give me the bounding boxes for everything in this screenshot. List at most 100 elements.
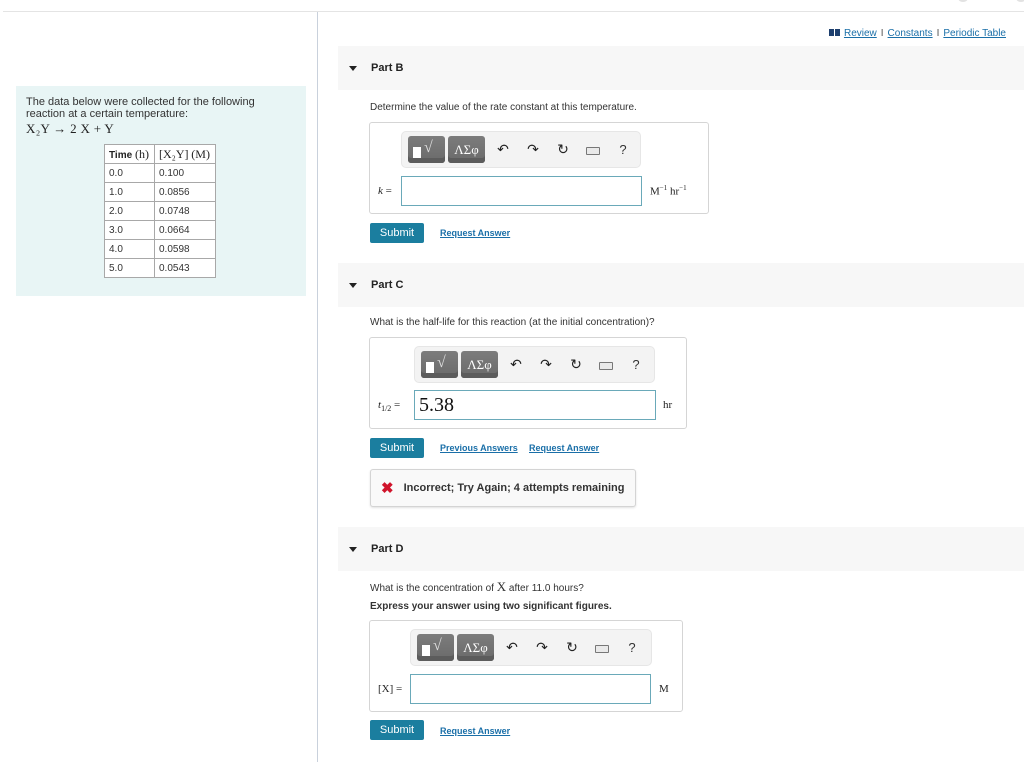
part-c-submit-button[interactable]: Submit <box>370 438 424 458</box>
variable-label: k = <box>378 185 392 197</box>
math-toolbar: √ ΛΣφ ↶ ↷ ↻ ? <box>414 346 655 383</box>
concentration-cell: 0.0598 <box>154 239 216 259</box>
help-button[interactable]: ? <box>608 142 638 157</box>
concentration-cell: 0.0856 <box>154 182 216 202</box>
part-d-question: What is the concentration of X after 11.… <box>370 579 584 594</box>
incorrect-x-icon: ✖ <box>381 479 394 497</box>
table-row: 5.0 0.0543 <box>104 258 216 278</box>
periodic-table-link[interactable]: Periodic Table <box>943 28 1006 39</box>
intro-text: The data below were collected for the fo… <box>26 96 255 120</box>
part-c-question: What is the half-life for this reaction … <box>370 317 655 328</box>
part-title: Part B <box>371 62 404 74</box>
concentration-cell: 0.0664 <box>154 220 216 240</box>
table-row: 0.0 0.100 <box>104 163 216 183</box>
reset-icon[interactable]: ↻ <box>557 639 587 656</box>
concentration-cell: 0.0543 <box>154 258 216 278</box>
resource-links: Review I Constants I Periodic Table <box>828 28 1006 39</box>
unit-label: hr <box>663 399 673 411</box>
part-title: Part C <box>371 279 404 291</box>
part-b-request-answer-link[interactable]: Request Answer <box>440 228 510 238</box>
table-header-row: Time (h) [X₂Y] (M) <box>104 144 216 164</box>
templates-button[interactable]: √ <box>408 136 445 163</box>
table-row: 2.0 0.0748 <box>104 201 216 221</box>
constants-link[interactable]: Constants <box>888 28 933 39</box>
keyboard-icon <box>599 361 613 370</box>
reaction-equation: X₂Y → 2 X + Y <box>26 121 115 136</box>
redo-icon[interactable]: ↷ <box>527 639 557 656</box>
redo-icon[interactable]: ↷ <box>518 141 548 158</box>
templates-button[interactable]: √ <box>417 634 454 661</box>
rate-constant-input[interactable] <box>401 176 642 206</box>
templates-icon <box>426 362 434 373</box>
pane-divider[interactable] <box>317 12 318 762</box>
help-button[interactable]: ? <box>621 357 651 372</box>
part-title: Part D <box>371 543 404 555</box>
undo-icon[interactable]: ↶ <box>497 639 527 656</box>
data-table: Time (h) [X₂Y] (M) 0.0 0.100 1.0 0.0856 2.… <box>104 144 216 278</box>
part-d-request-answer-link[interactable]: Request Answer <box>440 726 510 736</box>
collapse-caret-icon[interactable] <box>349 65 357 71</box>
time-cell: 0.0 <box>104 163 155 183</box>
part-d-answer-box: √ ΛΣφ ↶ ↷ ↻ ? [X] = M <box>369 620 683 712</box>
help-button[interactable]: ? <box>617 640 647 655</box>
redo-icon[interactable]: ↷ <box>531 356 561 373</box>
reset-icon[interactable]: ↻ <box>548 141 578 158</box>
variable-label: t1/2 = <box>378 399 401 414</box>
top-control <box>958 0 968 2</box>
table-row: 3.0 0.0664 <box>104 220 216 240</box>
link-separator: I <box>936 28 940 39</box>
concentration-cell: 0.100 <box>154 163 216 183</box>
keyboard-icon <box>595 644 609 653</box>
part-d-submit-button[interactable]: Submit <box>370 720 424 740</box>
part-b-submit-button[interactable]: Submit <box>370 223 424 243</box>
undo-icon[interactable]: ↶ <box>488 141 518 158</box>
top-divider <box>3 11 1024 12</box>
templates-icon <box>422 645 430 656</box>
feedback-message: ✖ Incorrect; Try Again; 4 attempts remai… <box>370 469 636 507</box>
collapse-caret-icon[interactable] <box>349 282 357 288</box>
time-cell: 5.0 <box>104 258 155 278</box>
keyboard-icon <box>586 146 600 155</box>
problem-intro-panel: The data below were collected for the fo… <box>16 86 306 296</box>
column-header-concentration: [X₂Y] (M) <box>154 144 216 164</box>
part-c-request-answer-link[interactable]: Request Answer <box>529 443 599 453</box>
part-c-header[interactable]: Part C <box>338 263 1024 307</box>
part-b-header[interactable]: Part B <box>338 46 1024 90</box>
math-toolbar: √ ΛΣφ ↶ ↷ ↻ ? <box>401 131 641 168</box>
previous-answers-link[interactable]: Previous Answers <box>440 443 518 453</box>
time-cell: 1.0 <box>104 182 155 202</box>
undo-icon[interactable]: ↶ <box>501 356 531 373</box>
column-header-time: Time (h) <box>104 144 155 164</box>
time-cell: 3.0 <box>104 220 155 240</box>
time-cell: 2.0 <box>104 201 155 221</box>
concentration-input[interactable] <box>410 674 651 704</box>
templates-icon <box>413 147 421 158</box>
math-toolbar: √ ΛΣφ ↶ ↷ ↻ ? <box>410 629 652 666</box>
concentration-cell: 0.0748 <box>154 201 216 221</box>
time-cell: 4.0 <box>104 239 155 259</box>
half-life-input[interactable] <box>414 390 656 420</box>
greek-symbols-button[interactable]: ΛΣφ <box>448 136 485 163</box>
part-d-header[interactable]: Part D <box>338 527 1024 571</box>
reset-icon[interactable]: ↻ <box>561 356 591 373</box>
greek-symbols-button[interactable]: ΛΣφ <box>461 351 498 378</box>
variable-label: [X] = <box>378 683 403 695</box>
unit-label: M−1 hr−1 <box>650 184 687 198</box>
book-icon <box>828 29 840 36</box>
templates-button[interactable]: √ <box>421 351 458 378</box>
keyboard-button[interactable] <box>591 357 621 373</box>
top-control <box>1016 0 1024 2</box>
feedback-text: Incorrect; Try Again; 4 attempts remaini… <box>403 482 625 494</box>
greek-symbols-button[interactable]: ΛΣφ <box>457 634 494 661</box>
collapse-caret-icon[interactable] <box>349 546 357 552</box>
table-row: 4.0 0.0598 <box>104 239 216 259</box>
keyboard-button[interactable] <box>587 640 617 656</box>
review-link[interactable]: Review <box>844 28 877 39</box>
part-d-instruction: Express your answer using two significan… <box>370 601 612 612</box>
part-c-answer-box: √ ΛΣφ ↶ ↷ ↻ ? t1/2 = hr <box>369 337 687 429</box>
unit-label: M <box>659 683 669 695</box>
keyboard-button[interactable] <box>578 142 608 158</box>
link-separator: I <box>880 28 884 39</box>
part-b-question: Determine the value of the rate constant… <box>370 102 637 113</box>
table-row: 1.0 0.0856 <box>104 182 216 202</box>
